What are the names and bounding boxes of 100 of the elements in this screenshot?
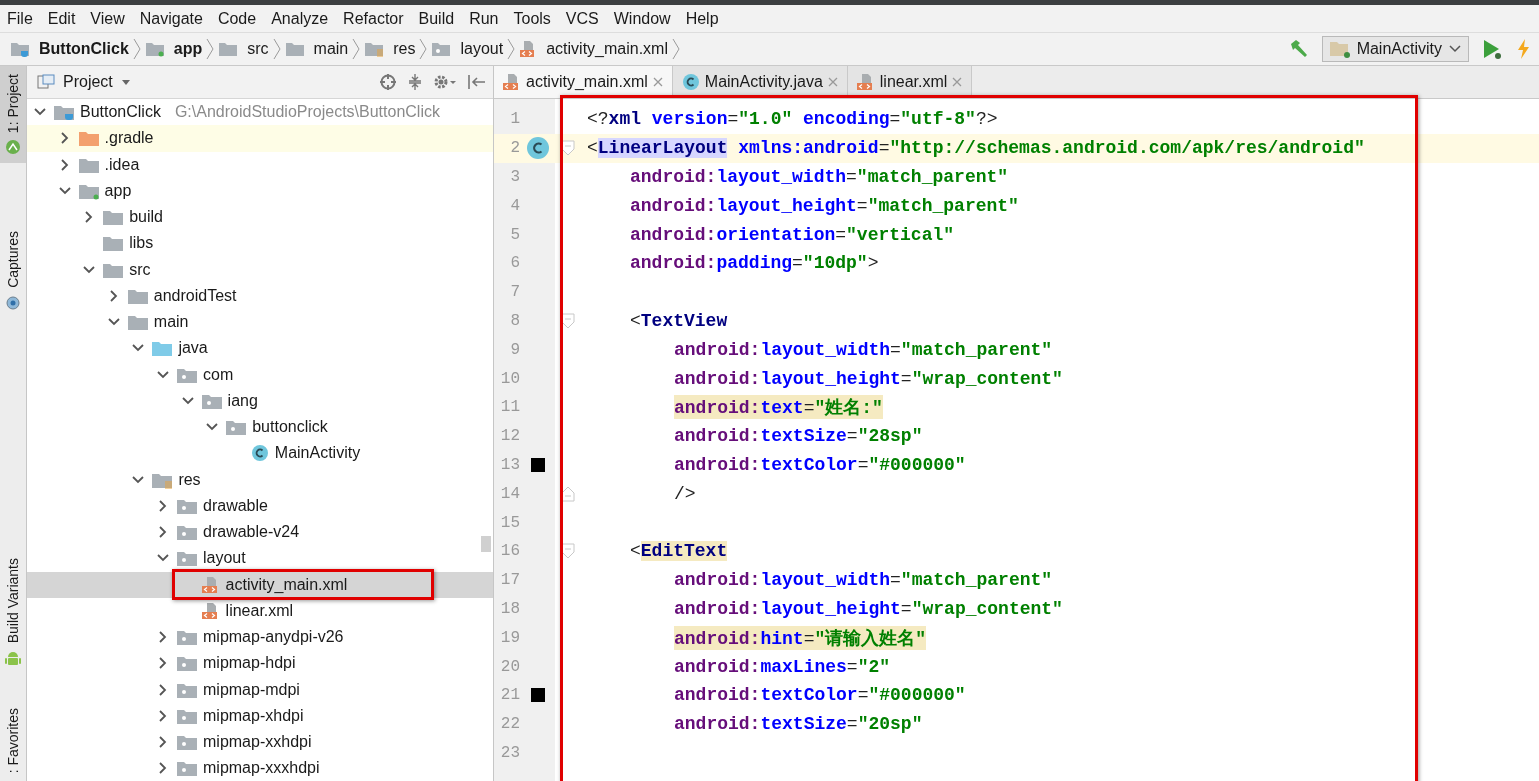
tree-item[interactable]: ButtonClick G:\AndroidStudioProjects\ButtonClick [27, 99, 493, 126]
breadcrumb-item[interactable]: main [284, 40, 349, 58]
tree-item[interactable]: res [27, 466, 493, 493]
project-view-icon [37, 74, 55, 90]
class-icon[interactable] [526, 136, 550, 161]
tree-item[interactable]: .gradle [27, 125, 493, 152]
code-text: <LinearLayout xmlns:android="http://schemas.android.com/apk/res/android" [587, 138, 1365, 159]
breadcrumb-item[interactable]: src [218, 40, 269, 58]
code-text: android:layout_height="wrap_content" [674, 368, 1063, 389]
scrollbar-thumb[interactable] [481, 536, 491, 552]
menu-item[interactable]: Build [418, 9, 455, 28]
run-config-dropdown[interactable]: MainActivity [1321, 36, 1469, 62]
tree-item[interactable]: MainActivity [27, 440, 493, 467]
folder-icon [431, 41, 452, 57]
breadcrumb-item[interactable]: res [364, 40, 416, 58]
chevron-icon [507, 37, 516, 61]
close-icon[interactable] [651, 76, 664, 88]
line-number: 11 [499, 398, 520, 417]
menu-item[interactable]: Tools [513, 9, 551, 28]
folder-icon [176, 628, 198, 647]
tree-item[interactable]: build [27, 204, 493, 231]
tree-item[interactable]: mipmap-mdpi [27, 676, 493, 703]
code-text: android:textColor="#000000" [674, 454, 966, 475]
folder-icon [176, 759, 198, 778]
tree-item[interactable]: app [27, 177, 493, 204]
folder-icon [364, 41, 385, 57]
menu-item[interactable]: View [90, 9, 125, 28]
tool-window-tab[interactable]: Captures [0, 223, 26, 318]
tree-item[interactable]: mipmap-xxxhdpi [27, 755, 493, 781]
chevron-icon [206, 37, 215, 61]
menu-item[interactable]: Edit [47, 9, 76, 28]
folder-icon [126, 313, 149, 332]
line-number: 10 [499, 369, 520, 388]
tree-item[interactable]: activity_main.xml [27, 571, 493, 598]
tree-item[interactable]: linear.xml [27, 597, 493, 624]
line-number: 21 [499, 686, 520, 705]
menu-item[interactable]: Code [217, 9, 257, 28]
menu-item[interactable]: Help [685, 9, 719, 28]
folder-icon [225, 418, 248, 437]
color-swatch[interactable] [531, 688, 545, 703]
code-text: android:textColor="#000000" [674, 685, 966, 706]
tree-item[interactable]: iang [27, 387, 493, 414]
tree-item[interactable]: .idea [27, 151, 493, 178]
tree-item[interactable]: buttonclick [27, 414, 493, 441]
menu-item[interactable]: Navigate [139, 9, 203, 28]
line-number: 3 [509, 168, 520, 186]
line-number: 6 [509, 254, 520, 273]
tree-item[interactable]: src [27, 256, 493, 283]
folder-icon [284, 41, 305, 57]
tree-item[interactable]: main [27, 309, 493, 336]
breadcrumb-item[interactable]: ButtonClick [10, 40, 129, 58]
tool-window-tab[interactable]: 1: Project [0, 66, 26, 164]
tree-item[interactable]: libs [27, 230, 493, 257]
tree-item[interactable]: androidTest [27, 282, 493, 309]
editor-tab[interactable]: linear.xml [847, 66, 973, 98]
menu-item[interactable]: Run [469, 9, 499, 28]
editor-tab[interactable]: MainActivity.java [672, 66, 848, 98]
tree-item[interactable]: mipmap-xhdpi [27, 702, 493, 729]
tree-item[interactable]: layout [27, 545, 493, 572]
class-icon [680, 73, 701, 91]
line-number: 5 [509, 225, 520, 244]
menu-item[interactable]: Window [613, 9, 671, 28]
locate-icon[interactable] [379, 73, 397, 91]
folder-icon [102, 208, 125, 227]
tree-item[interactable]: drawable [27, 492, 493, 519]
code-text: android:hint="请输入姓名" [674, 625, 927, 650]
chevron-icon [272, 37, 281, 61]
breadcrumb-item[interactable]: app [144, 40, 203, 58]
line-number: 22 [499, 715, 520, 734]
run-icon[interactable] [1481, 38, 1503, 60]
line-number: 23 [499, 743, 520, 762]
breadcrumb-item[interactable]: layout [431, 40, 504, 58]
editor-tab[interactable]: activity_main.xml [494, 66, 673, 98]
breadcrumb-item[interactable]: activity_main.xml [519, 40, 668, 58]
menu-item[interactable]: File [7, 9, 33, 28]
tree-item[interactable]: com [27, 361, 493, 388]
menu-item[interactable]: VCS [565, 9, 599, 28]
tree-item[interactable]: java [27, 335, 493, 362]
line-number: 16 [499, 542, 520, 561]
tree-item[interactable]: mipmap-hdpi [27, 650, 493, 677]
settings-icon[interactable] [433, 73, 457, 91]
collapse-all-icon[interactable] [407, 73, 423, 91]
menu-item[interactable]: Analyze [271, 9, 329, 28]
tool-window-tab[interactable]: Build Variants [0, 550, 26, 676]
code-text: <TextView [630, 310, 728, 331]
code-text: android:layout_height="wrap_content" [674, 598, 1063, 619]
tree-item[interactable]: mipmap-anydpi-v26 [27, 624, 493, 651]
line-number: 7 [509, 283, 520, 302]
tree-item[interactable]: drawable-v24 [27, 519, 493, 546]
hide-panel-icon[interactable] [467, 73, 487, 91]
color-swatch[interactable] [531, 457, 545, 472]
project-view-dropdown[interactable]: Project [37, 73, 131, 91]
tool-window-tab[interactable]: : Favorites [0, 699, 26, 781]
tree-item[interactable]: mipmap-xxhdpi [27, 729, 493, 756]
line-number: 8 [509, 311, 520, 330]
module-icon [1328, 39, 1351, 59]
line-number: 14 [499, 484, 520, 503]
menu-item[interactable]: Refactor [343, 9, 404, 28]
code-text: android:textSize="28sp" [674, 426, 923, 447]
code-text: android:layout_width="match_parent" [630, 167, 1009, 187]
